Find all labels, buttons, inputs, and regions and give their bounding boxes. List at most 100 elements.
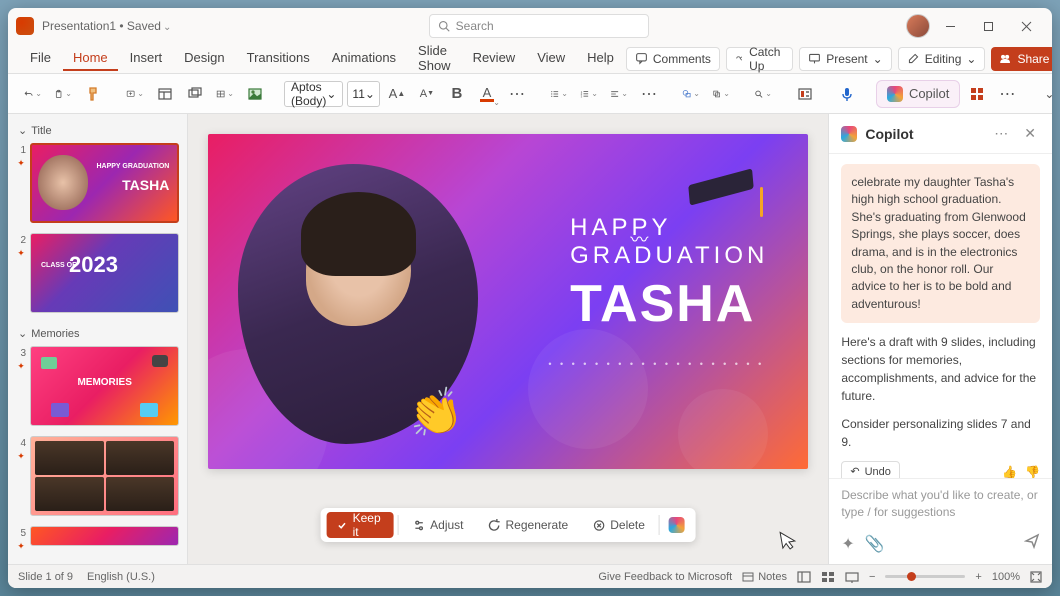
- normal-view-button[interactable]: [797, 571, 811, 583]
- clap-hands-icon: 👏: [404, 383, 467, 444]
- delete-button[interactable]: Delete: [582, 512, 655, 538]
- comments-button[interactable]: Comments: [626, 47, 720, 71]
- slide-thumb-4[interactable]: [30, 436, 179, 516]
- action-bar: Keep it Adjust Regenerate Delete: [321, 508, 696, 542]
- maximize-button[interactable]: [970, 12, 1006, 40]
- minimize-button[interactable]: [932, 12, 968, 40]
- adjust-button[interactable]: Adjust: [402, 512, 473, 538]
- chevron-down-icon: ⌄: [18, 327, 27, 340]
- undo-button[interactable]: ⌄: [20, 80, 46, 108]
- copilot-input[interactable]: Describe what you'd like to create, or t…: [841, 487, 1040, 527]
- tab-design[interactable]: Design: [174, 46, 234, 71]
- more-font-button[interactable]: ⋯: [504, 80, 530, 108]
- sparkle-icon: ✦: [17, 541, 25, 552]
- language-status[interactable]: English (U.S.): [87, 571, 155, 583]
- feedback-link[interactable]: Give Feedback to Microsoft: [598, 571, 732, 583]
- zoom-level[interactable]: 100%: [992, 571, 1020, 583]
- arrange-button[interactable]: ⌄: [708, 80, 734, 108]
- document-title[interactable]: Presentation1 • Saved⌄: [42, 19, 171, 33]
- tab-help[interactable]: Help: [577, 46, 624, 71]
- thumbs-down-button[interactable]: 👎: [1025, 465, 1040, 478]
- bullets-button[interactable]: ⌄: [546, 80, 572, 108]
- zoom-slider[interactable]: [885, 575, 965, 578]
- format-painter-button[interactable]: [80, 80, 106, 108]
- collapse-ribbon-button[interactable]: ⌄: [1036, 80, 1052, 108]
- copilot-button[interactable]: Copilot: [876, 80, 960, 108]
- section-memories[interactable]: ⌄Memories: [16, 323, 179, 346]
- close-button[interactable]: [1008, 12, 1044, 40]
- tab-insert[interactable]: Insert: [120, 46, 173, 71]
- catchup-button[interactable]: Catch Up: [726, 47, 793, 71]
- designer-button[interactable]: [792, 80, 818, 108]
- new-slide-button[interactable]: ⌄: [122, 80, 148, 108]
- zoom-out-button[interactable]: −: [869, 571, 875, 583]
- find-button[interactable]: ⌄: [750, 80, 776, 108]
- send-button[interactable]: [1024, 533, 1040, 554]
- tab-review[interactable]: Review: [463, 46, 526, 71]
- undo-button[interactable]: ↶Undo: [841, 461, 900, 478]
- share-button[interactable]: Share⌄: [991, 47, 1052, 71]
- layout-button[interactable]: [152, 80, 178, 108]
- editing-button[interactable]: Editing⌄: [898, 47, 986, 71]
- sorter-view-button[interactable]: [821, 571, 835, 583]
- tab-view[interactable]: View: [527, 46, 575, 71]
- numbering-button[interactable]: 123⌄: [576, 80, 602, 108]
- slide-text-happy: HAPPY: [570, 214, 768, 242]
- notes-button[interactable]: Notes: [742, 571, 787, 583]
- close-pane-button[interactable]: ✕: [1020, 123, 1040, 144]
- bold-button[interactable]: B: [444, 80, 470, 108]
- slide-text-name: TASHA: [570, 274, 768, 334]
- status-bar: Slide 1 of 9 English (U.S.) Give Feedbac…: [8, 564, 1052, 588]
- slide-thumb-3[interactable]: MEMORIES: [30, 346, 179, 426]
- copilot-reply-1: Here's a draft with 9 slides, including …: [841, 333, 1040, 405]
- table-button[interactable]: ⌄: [212, 80, 238, 108]
- more-para-button[interactable]: ⋯: [636, 80, 662, 108]
- slide-counter[interactable]: Slide 1 of 9: [18, 571, 73, 583]
- reading-view-button[interactable]: [845, 571, 859, 583]
- sparkle-icon: ✦: [17, 248, 25, 259]
- sparkle-icon[interactable]: ✦: [841, 534, 854, 554]
- keep-it-button[interactable]: Keep it: [327, 512, 393, 538]
- tab-slideshow[interactable]: Slide Show: [408, 39, 461, 79]
- regenerate-button[interactable]: Regenerate: [478, 512, 579, 538]
- picture-button[interactable]: [242, 80, 268, 108]
- copilot-icon: [841, 126, 857, 142]
- zoom-in-button[interactable]: +: [975, 571, 981, 583]
- fit-window-button[interactable]: [1030, 571, 1042, 583]
- increase-font-button[interactable]: A▲: [384, 80, 410, 108]
- decrease-font-button[interactable]: A▼: [414, 80, 440, 108]
- thumbs-up-button[interactable]: 👍: [1002, 465, 1017, 478]
- more-options-button[interactable]: ⋯: [990, 123, 1012, 144]
- search-input[interactable]: Search: [429, 14, 649, 38]
- copilot-action-button[interactable]: [664, 512, 690, 538]
- copilot-reply-2: Consider personalizing slides 7 and 9.: [841, 415, 1040, 451]
- dictate-button[interactable]: [834, 80, 860, 108]
- user-avatar[interactable]: [906, 14, 930, 38]
- slide-number: 4: [16, 436, 26, 449]
- present-button[interactable]: Present⌄: [799, 47, 891, 71]
- graduation-cap-icon: [688, 169, 758, 219]
- more-ribbon-button[interactable]: ⋯: [994, 80, 1020, 108]
- copilot-pane: Copilot ⋯ ✕ celebrate my daughter Tasha'…: [828, 114, 1052, 564]
- tab-transitions[interactable]: Transitions: [237, 46, 320, 71]
- grid-view-button[interactable]: [964, 80, 990, 108]
- slide-main[interactable]: 〰 HAPPY GRADUATION TASHA • • • • • • • •…: [208, 134, 808, 469]
- slide-thumb-2[interactable]: CLASS OF 2023: [30, 233, 179, 313]
- tab-home[interactable]: Home: [63, 46, 118, 71]
- font-color-button[interactable]: A⌄: [474, 80, 500, 108]
- tab-animations[interactable]: Animations: [322, 46, 406, 71]
- align-button[interactable]: ⌄: [606, 80, 632, 108]
- shapes-button[interactable]: ⌄: [678, 80, 704, 108]
- paste-button[interactable]: ⌄: [50, 80, 76, 108]
- copilot-icon: [669, 517, 685, 533]
- dots-decoration: • • • • • • • • • • • • • • • • • • • • …: [548, 359, 768, 369]
- attach-icon[interactable]: 📎: [865, 534, 885, 554]
- reuse-slides-button[interactable]: [182, 80, 208, 108]
- font-select[interactable]: Aptos (Body)⌄: [284, 81, 343, 107]
- section-title[interactable]: ⌄Title: [16, 120, 179, 143]
- slide-thumb-1[interactable]: HAPPY GRADUATION TASHA: [30, 143, 179, 223]
- slide-thumb-5[interactable]: [30, 526, 179, 546]
- tab-file[interactable]: File: [20, 46, 61, 71]
- toolbar: ⌄ ⌄ ⌄ ⌄ Aptos (Body)⌄ 11⌄ A▲ A▼ B A⌄ ⋯ ⌄…: [8, 74, 1052, 114]
- font-size-select[interactable]: 11⌄: [347, 81, 380, 107]
